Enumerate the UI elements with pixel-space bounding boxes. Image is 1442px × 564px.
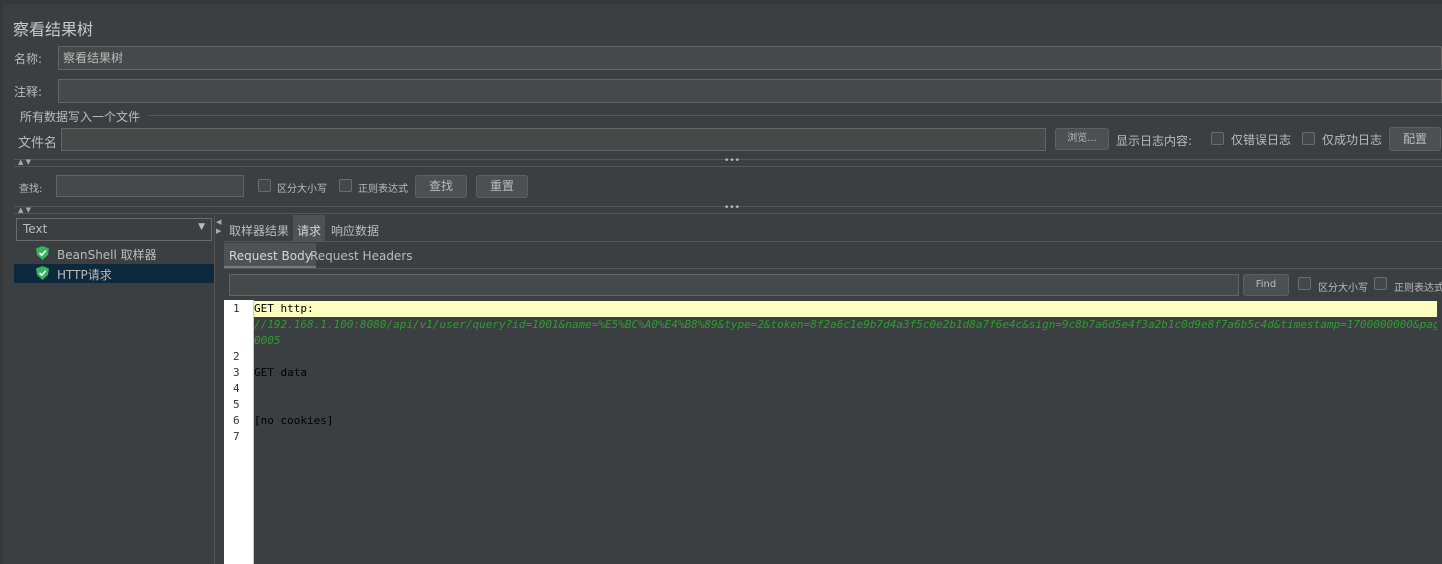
comment-label: 注释: xyxy=(14,85,43,99)
tab-request[interactable]: 请求 xyxy=(293,215,326,241)
file-name-input[interactable] xyxy=(61,128,1046,151)
browse-button[interactable]: 浏览... xyxy=(1055,128,1109,150)
left-edge xyxy=(0,4,3,564)
find-bar-button[interactable]: Find xyxy=(1243,274,1289,296)
find-case-checkbox[interactable] xyxy=(1298,277,1311,290)
collapse-arrows-icon[interactable]: ▲ ▼ xyxy=(18,158,31,166)
splitter-top-bottom xyxy=(14,166,1442,167)
success-shield-icon xyxy=(36,266,49,280)
line-number: 3 xyxy=(233,366,240,379)
subtab-request-body[interactable]: Request Body xyxy=(224,243,316,268)
tree-item-selected[interactable]: HTTP请求 xyxy=(14,264,214,283)
config-button[interactable]: 配置 xyxy=(1389,127,1441,151)
top-strip xyxy=(0,0,1442,4)
errors-only-label: 仅错误日志 xyxy=(1231,133,1292,147)
comment-input[interactable] xyxy=(58,79,1442,103)
find-regex-checkbox[interactable] xyxy=(1374,277,1387,290)
file-name-label: 文件名 xyxy=(18,136,58,151)
find-regex-label: 正则表达式 xyxy=(1394,283,1442,294)
tree-item-label: HTTP请求 xyxy=(57,268,112,282)
subtabs-underline xyxy=(224,268,1442,269)
chevron-down-icon: ▼ xyxy=(198,222,205,232)
name-label: 名称: xyxy=(14,52,43,66)
case-sensitive-label: 区分大小写 xyxy=(277,184,327,195)
code-line-6: [no cookies] xyxy=(254,414,334,427)
tree-item-label: BeanShell 取样器 xyxy=(57,248,157,262)
file-section-border xyxy=(148,115,1442,116)
tree-item[interactable]: BeanShell 取样器 xyxy=(14,244,214,263)
search-input[interactable] xyxy=(56,175,244,197)
code-url-tail: 0005 xyxy=(254,334,281,347)
page-title: 察看结果树 xyxy=(13,20,94,39)
tabs-underline xyxy=(224,241,1442,242)
collapse-left-icon[interactable]: ◀ ▶ xyxy=(216,218,221,236)
subtab-request-headers[interactable]: Request Headers xyxy=(310,249,413,263)
case-sensitive-checkbox[interactable] xyxy=(258,179,271,192)
tab-response-data[interactable]: 响应数据 xyxy=(331,222,379,239)
code-line-3: GET data xyxy=(254,366,307,379)
line-number: 1 xyxy=(233,302,240,315)
errors-only-checkbox[interactable] xyxy=(1211,132,1224,145)
success-only-checkbox[interactable] xyxy=(1302,132,1315,145)
splitter-middle-bottom xyxy=(14,213,1442,214)
search-label: 查找: xyxy=(19,184,43,195)
vertical-divider[interactable] xyxy=(214,215,215,564)
editor-area[interactable] xyxy=(254,300,1442,564)
line-number: 2 xyxy=(233,350,240,363)
line-number: 7 xyxy=(233,430,240,443)
success-only-label: 仅成功日志 xyxy=(1322,133,1383,147)
renderer-select-value: Text xyxy=(23,222,48,236)
line-number: 5 xyxy=(233,398,240,411)
find-case-label: 区分大小写 xyxy=(1318,283,1368,294)
regex-label: 正则表达式 xyxy=(358,184,408,195)
line-number: 4 xyxy=(233,382,240,395)
log-content-label: 显示日志内容: xyxy=(1116,134,1193,148)
success-shield-icon xyxy=(36,246,49,260)
find-input[interactable] xyxy=(229,274,1239,296)
renderer-select[interactable]: Text ▼ xyxy=(16,218,212,241)
regex-checkbox[interactable] xyxy=(339,179,352,192)
find-button[interactable]: 查找 xyxy=(415,175,467,198)
drag-handle-icon[interactable]: ••• xyxy=(724,156,740,166)
code-line-1: GET http: xyxy=(254,302,314,315)
reset-button[interactable]: 重置 xyxy=(476,175,528,198)
name-input[interactable]: 察看结果树 xyxy=(58,46,1442,70)
drag-handle-icon-2[interactable]: ••• xyxy=(724,203,740,213)
file-section-legend: 所有数据写入一个文件 xyxy=(20,110,141,124)
current-line-highlight xyxy=(254,301,1437,317)
code-url: //192.168.1.100:8080/api/v1/user/query?i… xyxy=(254,318,1437,331)
tab-sampler-result[interactable]: 取样器结果 xyxy=(229,222,289,239)
line-number: 6 xyxy=(233,414,240,427)
